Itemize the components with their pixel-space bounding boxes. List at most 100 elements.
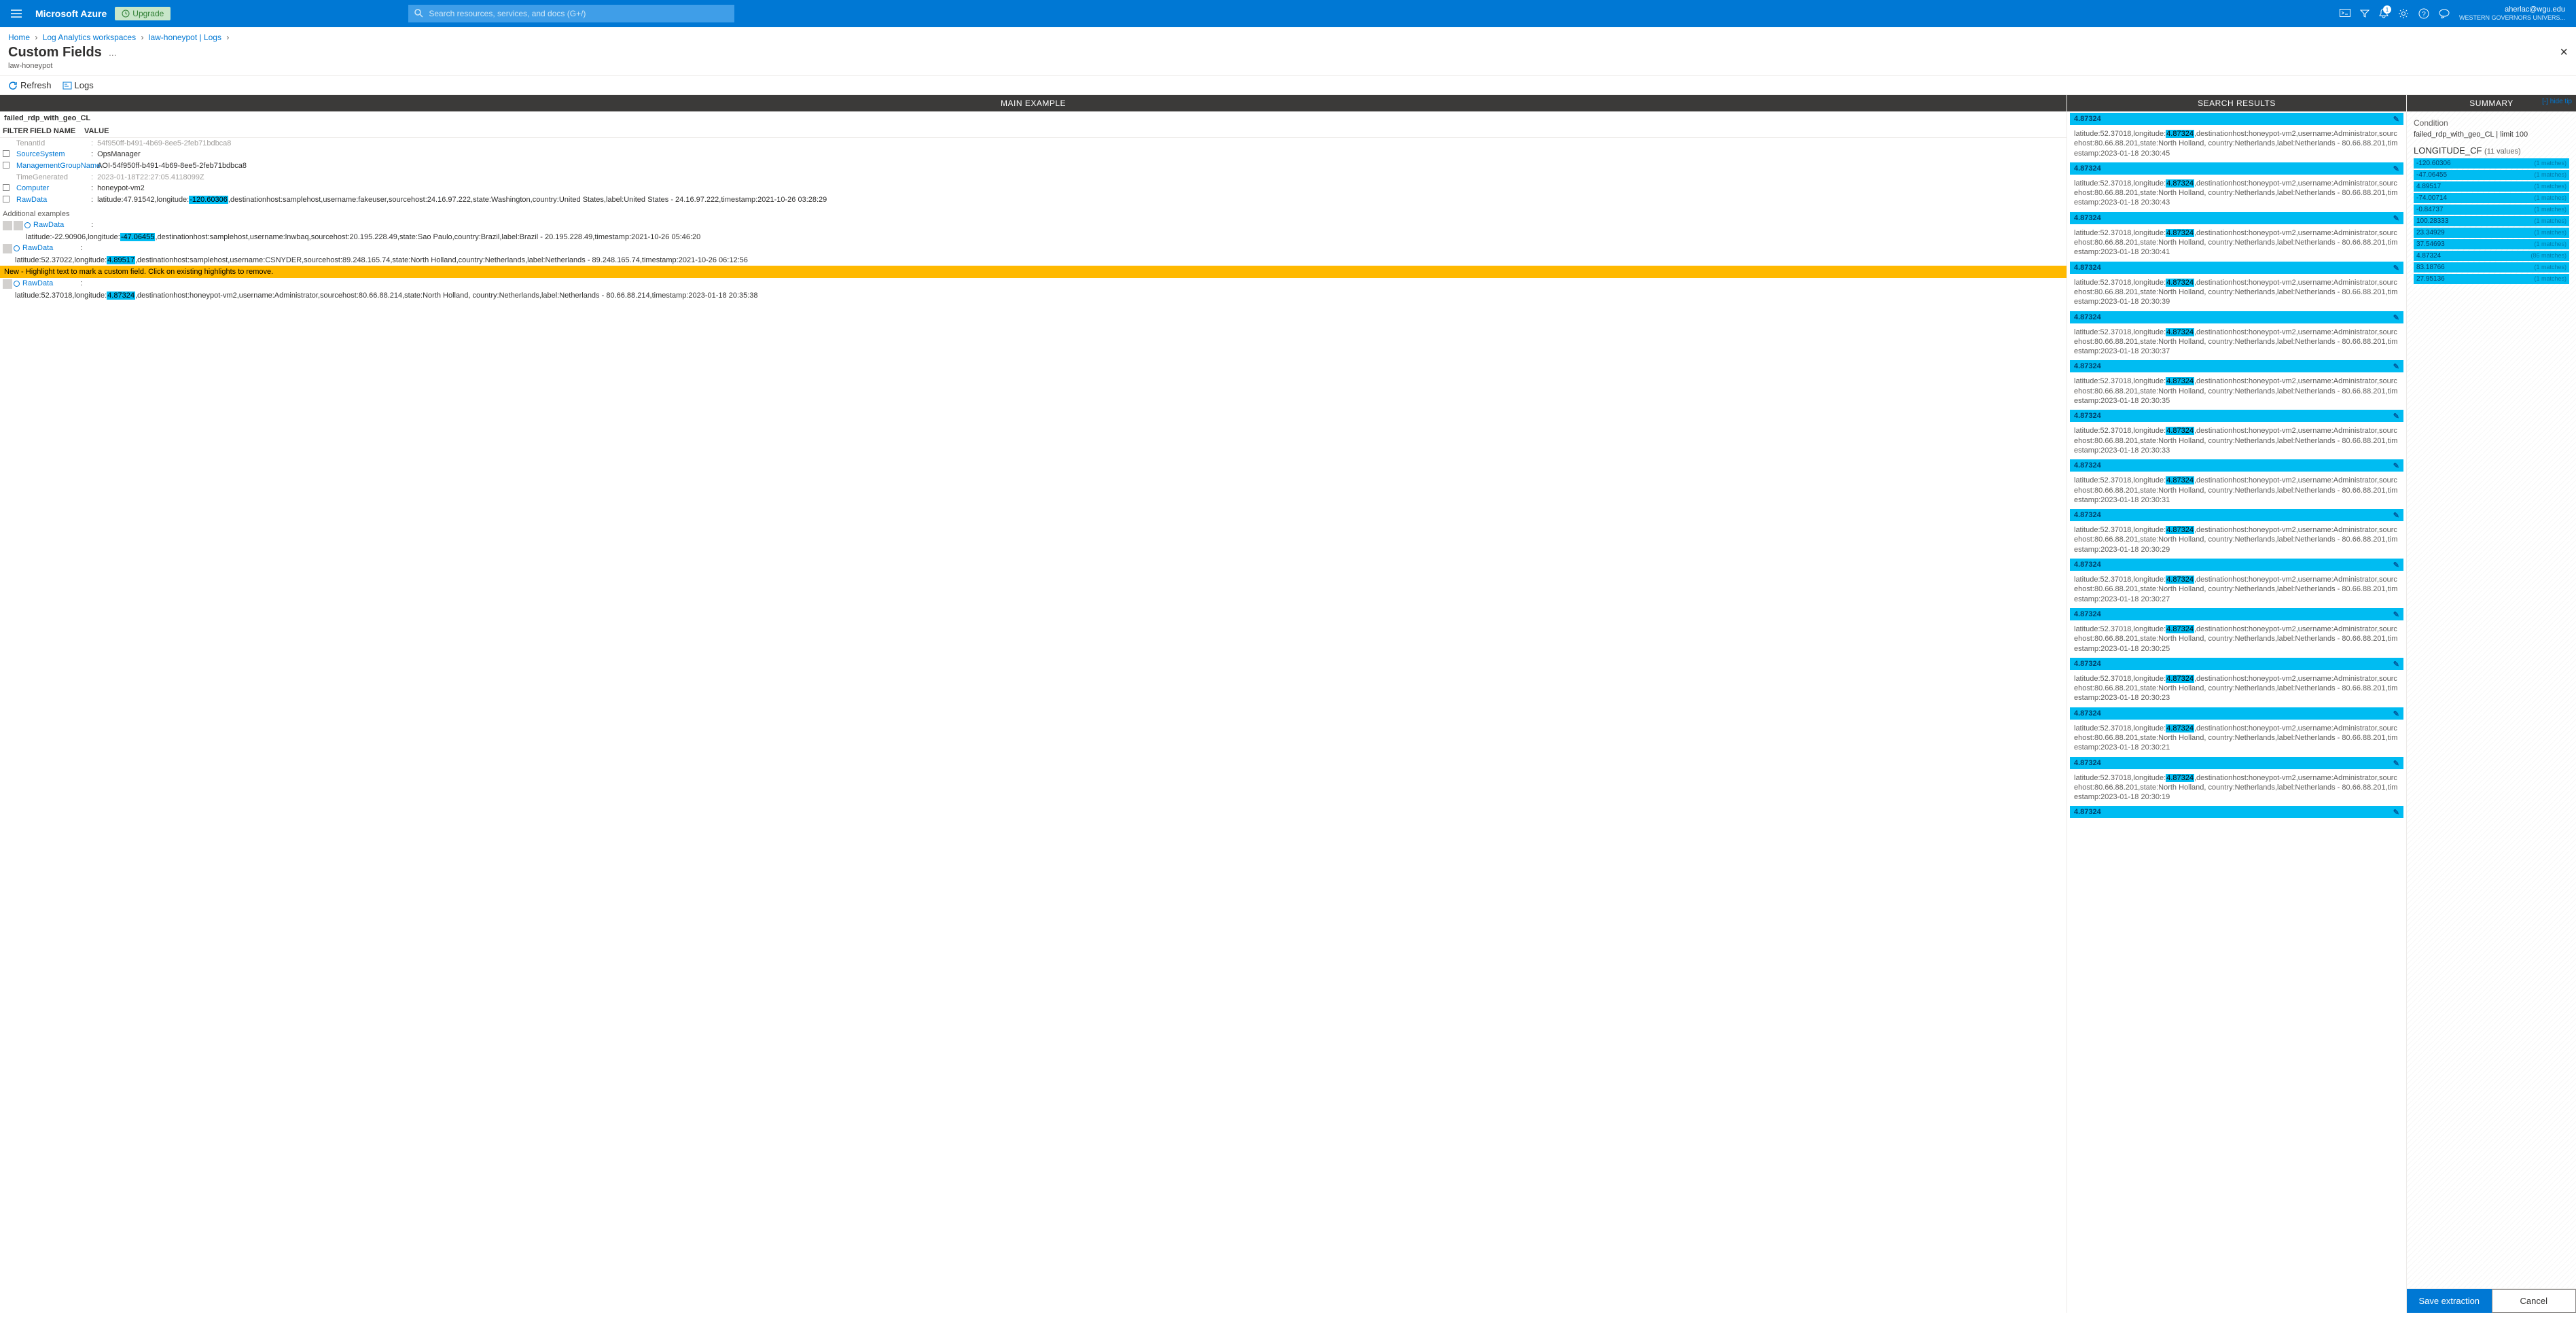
- summary-bar[interactable]: 83.18766(1 matches): [2414, 262, 2569, 272]
- result-body[interactable]: latitude:52.37018,longitude:4.87324,dest…: [2070, 524, 2403, 559]
- field-name[interactable]: ManagementGroupName: [16, 162, 91, 171]
- grip-icon[interactable]: [14, 221, 23, 230]
- result-body[interactable]: latitude:52.37018,longitude:4.87324,dest…: [2070, 177, 2403, 212]
- additional-example-value[interactable]: latitude:52.37018,longitude:4.87324,dest…: [0, 290, 2067, 301]
- field-value[interactable]: :AOI-54f950ff-b491-4b69-8ee5-2feb71bdbca…: [91, 162, 2064, 171]
- filter-checkbox[interactable]: [3, 184, 16, 193]
- field-name[interactable]: SourceSystem: [16, 150, 91, 159]
- result-header[interactable]: 4.87324✎: [2070, 410, 2403, 422]
- result-body[interactable]: latitude:52.37018,longitude:4.87324,dest…: [2070, 375, 2403, 410]
- filter-icon[interactable]: [2360, 9, 2369, 18]
- field-value[interactable]: :2023-01-18T22:27:05.4118099Z: [91, 173, 2064, 181]
- edit-icon[interactable]: ✎: [2393, 115, 2399, 124]
- summary-bar[interactable]: 23.34929(1 matches): [2414, 228, 2569, 238]
- search-results-body[interactable]: 4.87324✎latitude:52.37018,longitude:4.87…: [2067, 111, 2406, 1313]
- edit-icon[interactable]: ✎: [2393, 709, 2399, 718]
- result-body[interactable]: latitude:52.37018,longitude:4.87324,dest…: [2070, 227, 2403, 262]
- rawdata-link[interactable]: RawData: [22, 244, 53, 252]
- summary-bar[interactable]: -47.06455(1 matches): [2414, 170, 2569, 180]
- feedback-icon[interactable]: [2439, 9, 2450, 18]
- refresh-button[interactable]: Refresh: [8, 80, 52, 90]
- result-header[interactable]: 4.87324✎: [2070, 360, 2403, 372]
- brand-label[interactable]: Microsoft Azure: [35, 8, 107, 19]
- result-body[interactable]: latitude:52.37018,longitude:4.87324,dest…: [2070, 425, 2403, 459]
- summary-bar[interactable]: 27.95136(1 matches): [2414, 274, 2569, 284]
- breadcrumb-logs[interactable]: law-honeypot | Logs: [149, 33, 221, 42]
- result-body[interactable]: latitude:52.37018,longitude:4.87324,dest…: [2070, 474, 2403, 509]
- result-header[interactable]: 4.87324✎: [2070, 459, 2403, 472]
- result-header[interactable]: 4.87324✎: [2070, 559, 2403, 571]
- result-header[interactable]: 4.87324✎: [2070, 707, 2403, 720]
- summary-bar[interactable]: 100.28333(1 matches): [2414, 216, 2569, 226]
- result-header[interactable]: 4.87324✎: [2070, 608, 2403, 620]
- result-body[interactable]: latitude:52.37018,longitude:4.87324,dest…: [2070, 772, 2403, 807]
- hide-tip-link[interactable]: [-] hide tip: [2542, 98, 2572, 105]
- main-example-body[interactable]: FILTER FIELD NAME VALUE TenantId:54f950f…: [0, 125, 2067, 1313]
- grip-icon[interactable]: [3, 279, 12, 289]
- result-header[interactable]: 4.87324✎: [2070, 658, 2403, 670]
- edit-icon[interactable]: ✎: [2393, 610, 2399, 619]
- edit-icon[interactable]: ✎: [2393, 808, 2399, 817]
- radio-icon[interactable]: [14, 245, 20, 251]
- additional-example-value[interactable]: latitude:-22.90906,longitude:-47.06455,d…: [0, 232, 2067, 243]
- summary-bar[interactable]: -0.84737(1 matches): [2414, 205, 2569, 215]
- result-body[interactable]: latitude:52.37018,longitude:4.87324,dest…: [2070, 722, 2403, 757]
- rawdata-link[interactable]: RawData: [33, 221, 64, 229]
- edit-icon[interactable]: ✎: [2393, 461, 2399, 470]
- edit-icon[interactable]: ✎: [2393, 164, 2399, 173]
- breadcrumb-workspaces[interactable]: Log Analytics workspaces: [43, 33, 136, 42]
- summary-bar[interactable]: 37.54693(1 matches): [2414, 239, 2569, 249]
- edit-icon[interactable]: ✎: [2393, 264, 2399, 272]
- grip-icon[interactable]: [3, 221, 12, 230]
- result-body[interactable]: latitude:52.37018,longitude:4.87324,dest…: [2070, 326, 2403, 361]
- result-header[interactable]: 4.87324✎: [2070, 509, 2403, 521]
- additional-example-value[interactable]: latitude:52.37022,longitude:4.89517,dest…: [0, 255, 2067, 266]
- edit-icon[interactable]: ✎: [2393, 412, 2399, 421]
- settings-icon[interactable]: [2398, 8, 2409, 19]
- cancel-button[interactable]: Cancel: [2492, 1289, 2576, 1313]
- filter-checkbox[interactable]: [3, 139, 16, 147]
- edit-icon[interactable]: ✎: [2393, 313, 2399, 322]
- radio-icon[interactable]: [24, 222, 31, 228]
- breadcrumb-home[interactable]: Home: [8, 33, 30, 42]
- summary-bar[interactable]: -74.00714(1 matches): [2414, 193, 2569, 203]
- edit-icon[interactable]: ✎: [2393, 561, 2399, 569]
- edit-icon[interactable]: ✎: [2393, 214, 2399, 223]
- global-search-input[interactable]: [408, 5, 734, 22]
- edit-icon[interactable]: ✎: [2393, 759, 2399, 768]
- result-header[interactable]: 4.87324✎: [2070, 212, 2403, 224]
- field-value[interactable]: :54f950ff-b491-4b69-8ee5-2feb71bdbca8: [91, 139, 2064, 147]
- more-icon[interactable]: …: [109, 48, 117, 58]
- save-extraction-button[interactable]: Save extraction: [2407, 1289, 2492, 1313]
- hamburger-menu[interactable]: [5, 3, 27, 24]
- result-header[interactable]: 4.87324✎: [2070, 113, 2403, 125]
- edit-icon[interactable]: ✎: [2393, 511, 2399, 520]
- result-header[interactable]: 4.87324✎: [2070, 262, 2403, 274]
- field-name[interactable]: Computer: [16, 184, 91, 193]
- result-header[interactable]: 4.87324✎: [2070, 311, 2403, 323]
- result-body[interactable]: latitude:52.37018,longitude:4.87324,dest…: [2070, 574, 2403, 608]
- edit-icon[interactable]: ✎: [2393, 660, 2399, 669]
- edit-icon[interactable]: ✎: [2393, 362, 2399, 371]
- result-header[interactable]: 4.87324✎: [2070, 806, 2403, 818]
- cloud-shell-icon[interactable]: [2340, 9, 2350, 18]
- field-value[interactable]: :OpsManager: [91, 150, 2064, 159]
- result-body[interactable]: latitude:52.37018,longitude:4.87324,dest…: [2070, 623, 2403, 658]
- result-body[interactable]: latitude:52.37018,longitude:4.87324,dest…: [2070, 673, 2403, 707]
- radio-icon[interactable]: [14, 281, 20, 287]
- field-name[interactable]: RawData: [16, 196, 91, 205]
- logs-button[interactable]: Logs: [62, 80, 94, 90]
- filter-checkbox[interactable]: [3, 173, 16, 181]
- rawdata-link[interactable]: RawData: [22, 279, 53, 287]
- result-header[interactable]: 4.87324✎: [2070, 162, 2403, 175]
- result-body[interactable]: latitude:52.37018,longitude:4.87324,dest…: [2070, 128, 2403, 162]
- summary-bar[interactable]: 4.87324(86 matches): [2414, 251, 2569, 261]
- notifications-icon[interactable]: 1: [2379, 8, 2389, 19]
- filter-checkbox[interactable]: [3, 162, 16, 171]
- summary-bar[interactable]: -120.60306(1 matches): [2414, 158, 2569, 169]
- result-body[interactable]: latitude:52.37018,longitude:4.87324,dest…: [2070, 277, 2403, 311]
- filter-checkbox[interactable]: [3, 196, 16, 205]
- close-icon[interactable]: ×: [2560, 45, 2568, 60]
- grip-icon[interactable]: [3, 244, 12, 253]
- upgrade-button[interactable]: Upgrade: [115, 7, 171, 20]
